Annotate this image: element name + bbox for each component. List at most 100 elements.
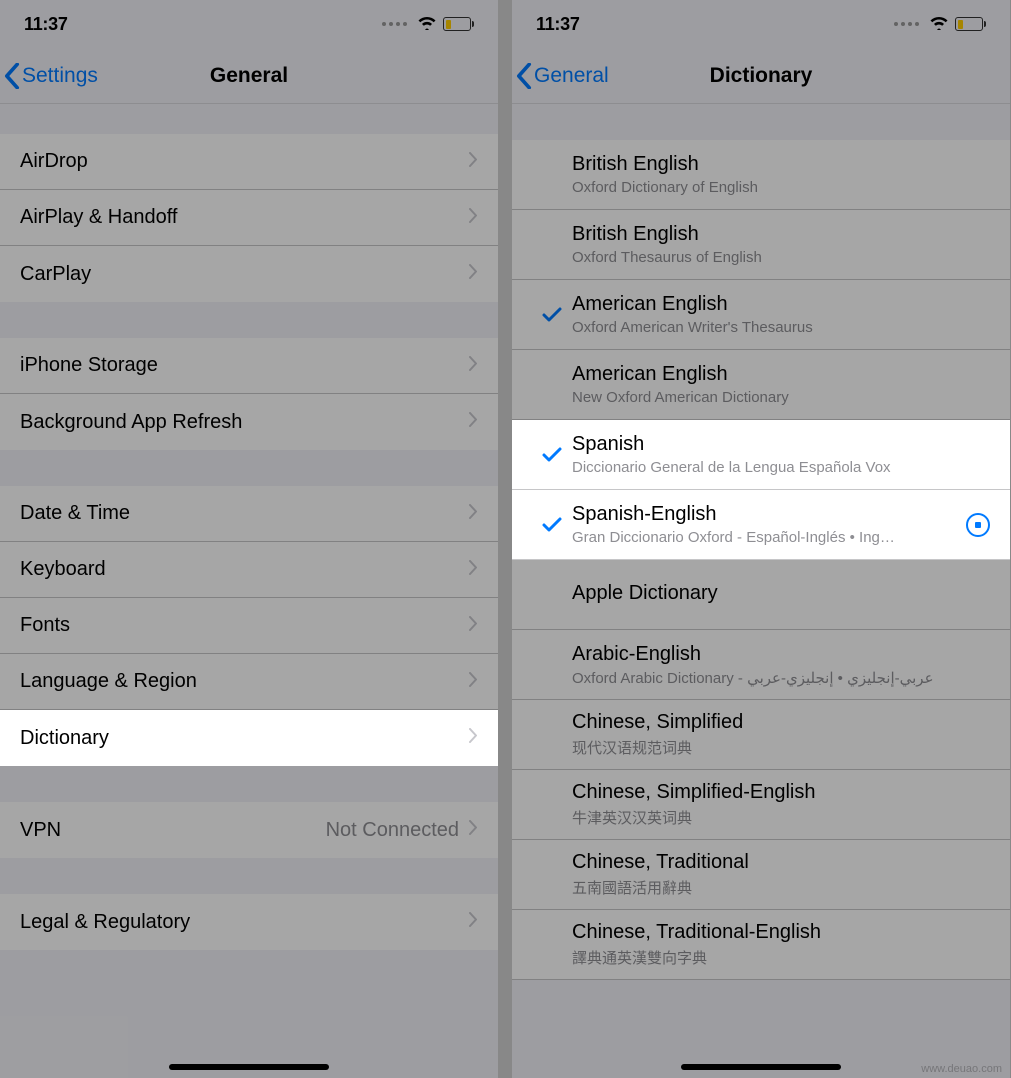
dictionary-row[interactable]: Chinese, Simplified-English牛津英汉汉英词典 (512, 770, 1010, 840)
chevron-left-icon (4, 63, 20, 89)
row-label: AirPlay & Handoff (20, 206, 469, 229)
dictionary-row[interactable]: Arabic-English Oxford Arabic Dictionary -… (512, 630, 1010, 700)
dictionary-row[interactable]: Spanish-EnglishGran Diccionario Oxford -… (512, 490, 1010, 560)
back-button[interactable]: Settings (4, 63, 98, 89)
group-spacer (512, 104, 1010, 140)
battery-icon (955, 17, 986, 31)
group-spacer (0, 858, 498, 894)
row-vpn[interactable]: VPN Not Connected (0, 802, 498, 858)
row-label: iPhone Storage (20, 354, 469, 377)
chevron-right-icon (469, 820, 478, 840)
chevron-right-icon (469, 208, 478, 228)
group-spacer (0, 104, 498, 134)
dictionary-row[interactable]: Apple Dictionary (512, 560, 1010, 630)
chevron-right-icon (469, 672, 478, 692)
dictionary-title: Chinese, Simplified-English (572, 781, 990, 804)
back-label: Settings (22, 64, 98, 88)
wifi-icon (417, 14, 437, 35)
cellular-dots-icon (382, 22, 407, 26)
dictionary-subtitle: Oxford Thesaurus of English (572, 249, 990, 266)
row-date-time[interactable]: Date & Time (0, 486, 498, 542)
chevron-left-icon (516, 63, 532, 89)
chevron-right-icon (469, 912, 478, 932)
settings-list[interactable]: AirDrop AirPlay & Handoff CarPlay iPhone… (0, 104, 498, 1078)
dictionary-row[interactable]: SpanishDiccionario General de la Lengua … (512, 420, 1010, 490)
row-label: VPN (20, 819, 326, 842)
status-right (382, 14, 474, 35)
row-legal-regulatory[interactable]: Legal & Regulatory (0, 894, 498, 950)
dictionary-title: Apple Dictionary (572, 582, 990, 605)
row-label: CarPlay (20, 263, 469, 286)
dictionary-row[interactable]: British EnglishOxford Dictionary of Engl… (512, 140, 1010, 210)
dictionary-subtitle: Oxford Arabic Dictionary - عربي-إنجليزي … (572, 669, 990, 687)
dictionary-title: Chinese, Traditional (572, 851, 990, 874)
row-label: Background App Refresh (20, 411, 469, 434)
chevron-right-icon (469, 728, 478, 748)
row-label: Dictionary (20, 727, 469, 750)
home-indicator[interactable] (169, 1064, 329, 1070)
status-bar: 11:37 (0, 0, 498, 48)
chevron-right-icon (469, 560, 478, 580)
nav-bar: General Dictionary (512, 48, 1010, 104)
dictionary-title: American English (572, 363, 990, 386)
row-label: Keyboard (20, 558, 469, 581)
dictionary-title: Chinese, Simplified (572, 711, 990, 734)
dictionary-subtitle: 譯典通英漢雙向字典 (572, 947, 990, 968)
chevron-right-icon (469, 264, 478, 284)
phone-general-settings: 11:37 Settings General AirDrop AirPlay &… (0, 0, 498, 1078)
row-background-app-refresh[interactable]: Background App Refresh (0, 394, 498, 450)
row-fonts[interactable]: Fonts (0, 598, 498, 654)
dictionary-row[interactable]: American English New Oxford American Dict… (512, 350, 1010, 420)
phone-dictionary-settings: 11:37 General Dictionary British English… (512, 0, 1010, 1078)
dictionary-title: American English (572, 293, 990, 316)
dictionary-row[interactable]: British English Oxford Thesaurus of Engli… (512, 210, 1010, 280)
row-airplay-handoff[interactable]: AirPlay & Handoff (0, 190, 498, 246)
group-spacer (0, 766, 498, 802)
dictionary-title: Chinese, Traditional-English (572, 921, 990, 944)
nav-title: Dictionary (710, 64, 813, 88)
row-label: AirDrop (20, 150, 469, 173)
dictionary-subtitle: New Oxford American Dictionary (572, 389, 990, 406)
battery-icon (443, 17, 474, 31)
row-language-region[interactable]: Language & Region (0, 654, 498, 710)
selection-indicator (532, 513, 572, 537)
cellular-dots-icon (894, 22, 919, 26)
row-carplay[interactable]: CarPlay (0, 246, 498, 302)
row-airdrop[interactable]: AirDrop (0, 134, 498, 190)
dictionary-title: Arabic-English (572, 643, 990, 666)
row-keyboard[interactable]: Keyboard (0, 542, 498, 598)
chevron-right-icon (469, 616, 478, 636)
row-detail: Not Connected (326, 819, 459, 842)
dictionary-subtitle: Oxford Dictionary of English (572, 179, 990, 196)
dictionary-row[interactable]: Chinese, Simplified 现代汉语规范词典 (512, 700, 1010, 770)
dictionary-title: British English (572, 223, 990, 246)
dictionary-subtitle: 五南國語活用辭典 (572, 877, 990, 898)
dictionary-row[interactable]: Chinese, Traditional-English 譯典通英漢雙向字典 (512, 910, 1010, 980)
home-indicator[interactable] (681, 1064, 841, 1070)
wifi-icon (929, 14, 949, 35)
status-time: 11:37 (536, 14, 580, 35)
chevron-right-icon (469, 412, 478, 432)
watermark: www.deuao.com (921, 1063, 1002, 1075)
status-time: 11:37 (24, 14, 68, 35)
nav-title: General (210, 64, 288, 88)
dictionary-row[interactable]: Chinese, Traditional 五南國語活用辭典 (512, 840, 1010, 910)
chevron-right-icon (469, 356, 478, 376)
dictionary-subtitle: Gran Diccionario Oxford - Español-Inglés… (572, 529, 958, 546)
chevron-right-icon (469, 152, 478, 172)
dictionary-row[interactable]: American English Oxford American Writer's… (512, 280, 1010, 350)
dictionary-subtitle: Oxford American Writer's Thesaurus (572, 319, 990, 336)
row-label: Date & Time (20, 502, 469, 525)
selection-indicator (532, 443, 572, 467)
dictionary-title: Spanish (572, 433, 990, 456)
row-iphone-storage[interactable]: iPhone Storage (0, 338, 498, 394)
row-label: Fonts (20, 614, 469, 637)
dictionary-list[interactable]: British English Oxford Dictionary of Engl… (512, 104, 1010, 1078)
nav-bar: Settings General (0, 48, 498, 104)
back-button[interactable]: General (516, 63, 609, 89)
download-spinner-icon[interactable] (966, 513, 990, 537)
dictionary-subtitle: 现代汉语规范词典 (572, 737, 990, 758)
row-dictionary[interactable]: Dictionary (0, 710, 498, 766)
back-label: General (534, 64, 609, 88)
group-spacer (0, 450, 498, 486)
